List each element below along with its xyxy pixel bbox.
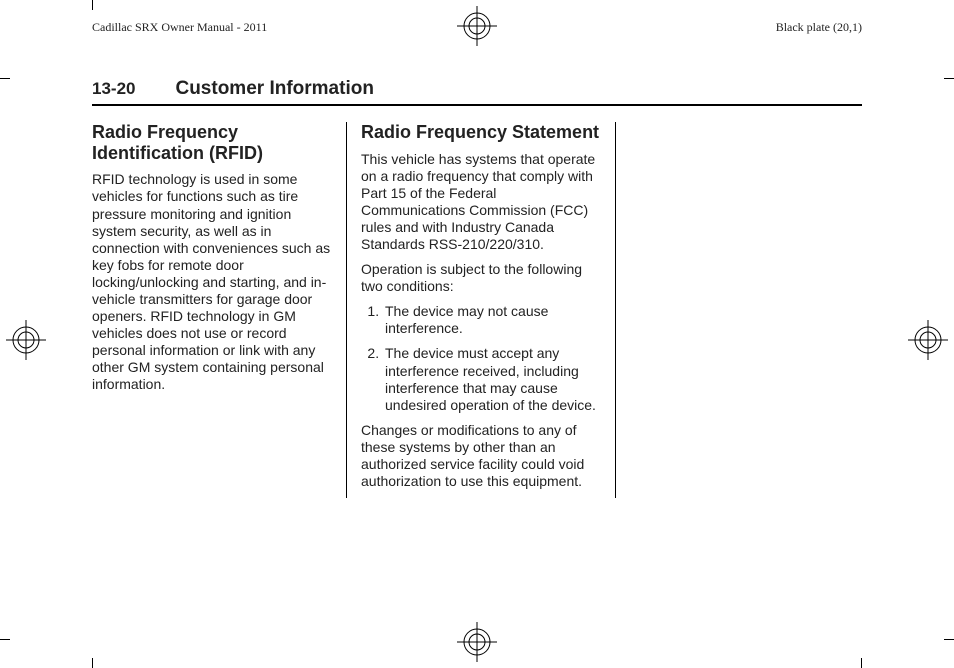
crop-tick <box>944 78 954 79</box>
column-layout: Radio Frequency Identification (RFID) RF… <box>92 122 862 498</box>
column-1: Radio Frequency Identification (RFID) RF… <box>92 122 346 498</box>
rfid-heading: Radio Frequency Identification (RFID) <box>92 122 332 163</box>
list-item: The device must accept any interference … <box>383 345 601 413</box>
rf-statement-p1: This vehicle has systems that operate on… <box>361 151 601 253</box>
page-number: 13-20 <box>92 79 135 99</box>
registration-mark-icon <box>6 320 46 360</box>
plate-label: Black plate (20,1) <box>776 20 862 35</box>
rf-statement-p3: Changes or modifications to any of these… <box>361 422 601 490</box>
content-area: 13-20 Customer Information Radio Frequen… <box>92 78 862 640</box>
rf-statement-heading: Radio Frequency Statement <box>361 122 601 143</box>
registration-mark-icon <box>908 320 948 360</box>
column-3 <box>615 122 861 498</box>
rf-statement-p2: Operation is subject to the following tw… <box>361 261 601 295</box>
crop-tick <box>92 0 93 10</box>
rfid-body: RFID technology is used in some vehicles… <box>92 171 332 393</box>
crop-tick <box>0 78 10 79</box>
crop-tick <box>861 658 862 668</box>
section-title: Customer Information <box>175 78 373 100</box>
crop-tick <box>0 639 10 640</box>
doc-title: Cadillac SRX Owner Manual - 2011 <box>92 20 267 35</box>
print-meta-row: Cadillac SRX Owner Manual - 2011 Black p… <box>92 20 862 35</box>
page-header: 13-20 Customer Information <box>92 78 862 106</box>
list-item: The device may not cause interference. <box>383 303 601 337</box>
crop-tick <box>92 658 93 668</box>
page: Cadillac SRX Owner Manual - 2011 Black p… <box>0 0 954 668</box>
crop-tick <box>944 639 954 640</box>
rf-statement-conditions: The device may not cause interference. T… <box>361 303 601 413</box>
column-2: Radio Frequency Statement This vehicle h… <box>346 122 615 498</box>
